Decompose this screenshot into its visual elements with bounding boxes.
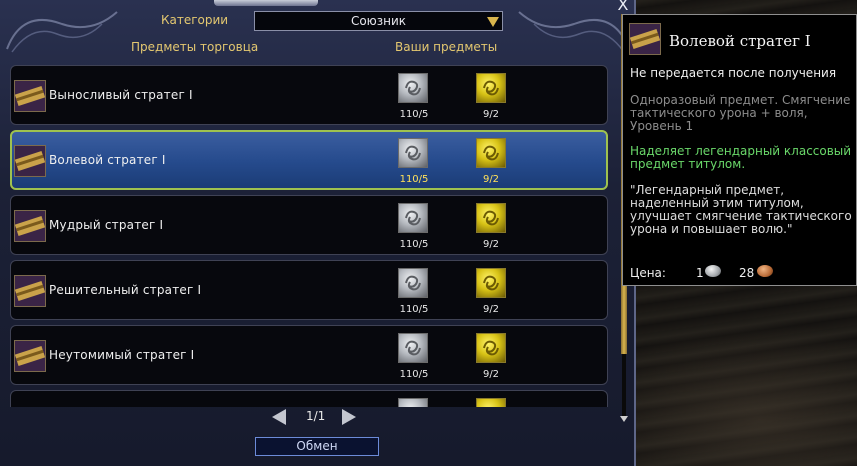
gold-cost: 9/2 <box>482 239 500 250</box>
trade-button[interactable]: Обмен <box>255 437 379 456</box>
silver-cost: 110/5 <box>399 109 429 120</box>
silver-cost: 110/5 <box>399 239 429 250</box>
silver-token-icon <box>398 333 428 363</box>
scroll-icon <box>14 210 46 242</box>
prev-page-arrow-icon[interactable] <box>272 409 286 425</box>
item-tooltip: Волевой стратег I Не передается после по… <box>622 14 857 286</box>
vendor-items-header: Предметы торговца <box>131 40 259 54</box>
category-label: Категории <box>161 13 229 27</box>
silver-cost: 110/5 <box>399 174 429 185</box>
item-name: Неутомимый стратег I <box>49 348 195 362</box>
silver-token-icon <box>398 268 428 298</box>
left-ornament-icon <box>6 11 118 53</box>
gold-token-icon <box>476 203 506 233</box>
item-list: Выносливый стратег I 110/5 9/2 Волевой с… <box>8 65 610 407</box>
page-indicator: 1/1 <box>306 409 326 423</box>
silver-coin-icon <box>705 265 721 277</box>
item-row[interactable]: Выносливый стратег I 110/5 9/2 <box>10 65 608 125</box>
barter-window: X Категории Союзник Предметы торговца Ва… <box>0 0 636 466</box>
close-button[interactable]: X <box>614 0 632 14</box>
copper-coin-icon <box>757 265 773 277</box>
silver-cost: 110/5 <box>399 369 429 380</box>
gold-cost: 9/2 <box>482 304 500 315</box>
scroll-icon <box>629 23 661 55</box>
price-silver-value: 1 <box>696 266 704 280</box>
scroll-icon <box>14 80 46 112</box>
silver-token-icon <box>398 203 428 233</box>
item-row[interactable]: Мудрый стратег I 110/5 9/2 <box>10 195 608 255</box>
gold-token-icon <box>476 268 506 298</box>
item-name: Решительный стратег I <box>49 283 202 297</box>
tooltip-flavor-text: "Легендарный предмет, наделенный этим ти… <box>630 183 852 236</box>
item-name: Выносливый стратег I <box>49 88 193 102</box>
tooltip-effect: Наделяет легендарный классовый предмет т… <box>630 144 852 171</box>
scroll-down-arrow-icon[interactable] <box>620 416 628 422</box>
item-row-partial[interactable] <box>10 390 608 407</box>
silver-token-icon <box>398 138 428 168</box>
scroll-icon <box>14 275 46 307</box>
silver-token-icon <box>398 398 428 407</box>
next-page-arrow-icon[interactable] <box>342 409 356 425</box>
gold-cost: 9/2 <box>482 369 500 380</box>
gold-token-icon <box>476 73 506 103</box>
scroll-icon <box>14 340 46 372</box>
scroll-icon <box>14 145 46 177</box>
dropdown-arrow-icon <box>487 17 499 27</box>
tooltip-title: Волевой стратег I <box>669 32 811 50</box>
gold-token-icon <box>476 398 506 407</box>
silver-cost: 110/5 <box>399 304 429 315</box>
price-copper-value: 28 <box>739 266 755 280</box>
silver-token-icon <box>398 73 428 103</box>
item-name: Волевой стратег I <box>49 153 166 167</box>
gold-cost: 9/2 <box>482 174 500 185</box>
item-name: Мудрый стратег I <box>49 218 164 232</box>
gold-token-icon <box>476 138 506 168</box>
your-items-header: Ваши предметы <box>395 40 498 54</box>
price-label: Цена: <box>630 266 666 280</box>
item-row[interactable]: Решительный стратег I 110/5 9/2 <box>10 260 608 320</box>
tooltip-description: Одноразовый предмет. Смягчение тактическ… <box>630 93 851 133</box>
tooltip-bind-text: Не передается после получения <box>630 66 837 80</box>
window-top-ornament <box>214 0 318 6</box>
gold-token-icon <box>476 333 506 363</box>
item-row-selected[interactable]: Волевой стратег I 110/5 9/2 <box>10 130 608 190</box>
gold-cost: 9/2 <box>482 109 500 120</box>
item-row[interactable]: Неутомимый стратег I 110/5 9/2 <box>10 325 608 385</box>
category-dropdown[interactable]: Союзник <box>254 11 503 31</box>
category-selected-value: Союзник <box>350 14 407 28</box>
